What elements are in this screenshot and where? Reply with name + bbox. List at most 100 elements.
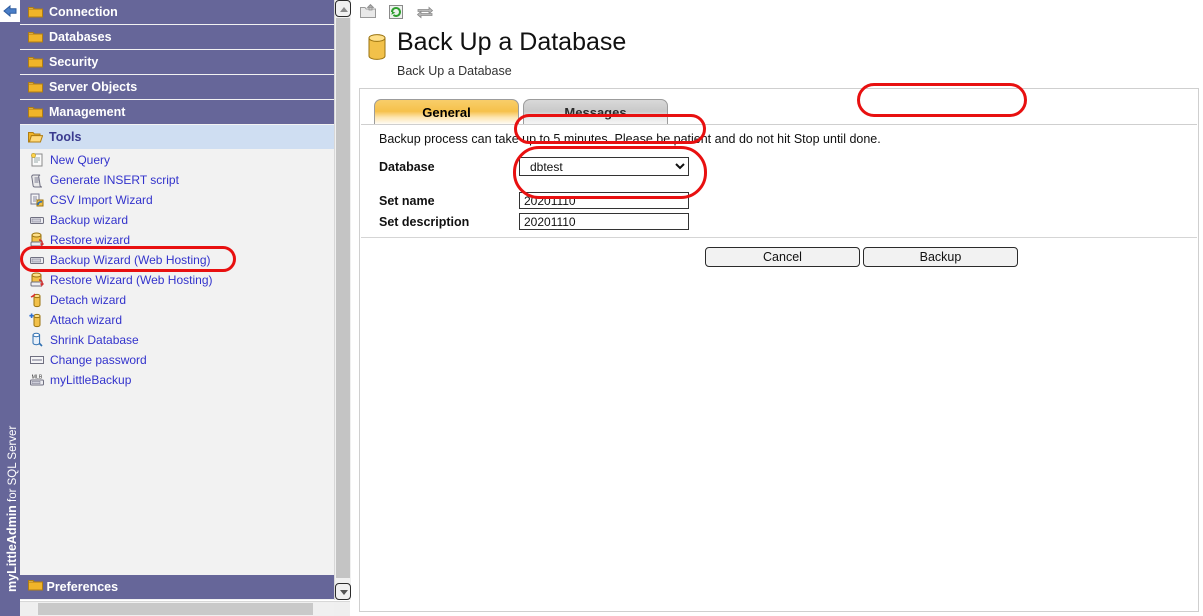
attach-icon [29,312,45,328]
sidebar-item-restore-wizard[interactable]: Restore wizard [20,230,350,250]
sidebar-item-label: myLittleBackup [50,373,131,387]
scroll-left-button[interactable] [20,602,36,616]
sidebar-node-label: Databases [49,25,112,49]
main-panel: Back Up a Database Back Up a Database Ge… [355,0,1203,616]
sidebar-item-label: Shrink Database [50,333,139,347]
set-description-input[interactable] [519,213,689,230]
sidebar-item-shrink-database[interactable]: Shrink Database [20,330,350,350]
folder-open-icon [28,127,43,151]
sidebar-item-mylittlebackup[interactable]: MLB myLittleBackup [20,370,350,390]
folder-icon [28,27,43,51]
sidebar-item-csv-import-wizard[interactable]: CSV Import Wizard [20,190,350,210]
backup-button[interactable]: Backup [863,247,1018,267]
sidebar-node-label: Server Objects [49,75,137,99]
sidebar-item-label: Change password [50,353,147,367]
restore-icon [29,232,45,248]
folder-icon [28,2,43,26]
toolbar [359,3,440,25]
folder-icon [28,77,43,101]
content-panel: GeneralMessages Backup process can take … [359,88,1199,612]
sidebar-item-label: Restore Wizard (Web Hosting) [50,273,213,287]
brand-name-bold: myLittleAdmin [5,505,19,592]
sidebar-item-label: CSV Import Wizard [50,193,153,207]
sidebar-node-management[interactable]: Management [20,100,350,124]
tape-icon [29,252,45,268]
tab-general[interactable]: General [374,99,519,125]
chevron-up-icon [340,7,348,12]
database-select[interactable]: dbtest [519,157,689,176]
sidebar-vertical-scrollbar[interactable] [334,0,351,600]
scroll-up-button[interactable] [335,0,351,17]
database-cylinder-icon [367,34,387,60]
tab-bar: GeneralMessages [374,99,668,125]
swap-icon[interactable] [416,3,434,21]
chevron-down-icon [340,590,348,595]
sidebar-node-label: Connection [49,0,118,24]
sidebar-item-label: Detach wizard [50,293,126,307]
highlight-backup-button [857,83,1027,117]
tree-area: ConnectionDatabasesSecurityServer Object… [20,0,350,578]
scroll-right-button[interactable] [334,602,350,616]
sidebar-item-new-query[interactable]: New Query [20,150,350,170]
sidebar-item-label: Generate INSERT script [50,173,179,187]
sidebar-node-label: Management [49,100,125,124]
refresh-icon[interactable] [387,3,405,21]
app-window: myLittleAdmin for SQL Server ConnectionD… [0,0,1203,616]
sidebar-item-attach-wizard[interactable]: Attach wizard [20,310,350,330]
sidebar-node-label: Security [49,50,98,74]
back-arrow-icon[interactable] [2,4,18,18]
backup-form: Backup process can take up to 5 minutes.… [361,125,1197,238]
tape-icon [29,212,45,228]
sidebar-item-change-password[interactable]: Change password [20,350,350,370]
sidebar-item-backup-wizard[interactable]: Backup wizard [20,210,350,230]
csv-import-icon [29,192,45,208]
up-folder-icon[interactable] [359,3,377,21]
detach-icon [29,292,45,308]
set-name-input[interactable] [519,192,689,209]
page-title: Back Up a Database [397,28,626,57]
sidebar-node-label: Tools [49,125,81,149]
sidebar-item-preferences[interactable]: Preferences [20,575,350,599]
sidebar-node-security[interactable]: Security [20,50,350,74]
scrollbar-thumb[interactable] [336,18,350,578]
sidebar-item-label: New Query [50,153,110,167]
page-header: Back Up a Database Back Up a Database [359,28,1203,84]
set-description-label: Set description [379,215,469,229]
sidebar-item-label: Attach wizard [50,313,122,327]
new-query-icon [29,152,45,168]
script-icon [29,172,45,188]
restore-icon [29,272,45,288]
page-subtitle: Back Up a Database [397,64,512,78]
hscrollbar-thumb[interactable] [38,603,313,615]
tab-messages[interactable]: Messages [523,99,668,125]
folder-icon [28,580,46,594]
sidebar-node-tools[interactable]: Tools [20,125,350,149]
brand-name-rest: for SQL Server [7,426,19,505]
sidebar: ConnectionDatabasesSecurityServer Object… [20,0,350,600]
form-notice: Backup process can take up to 5 minutes.… [379,132,881,146]
cancel-button[interactable]: Cancel [705,247,860,267]
database-label: Database [379,160,435,174]
sidebar-item-detach-wizard[interactable]: Detach wizard [20,290,350,310]
sidebar-item-label: Preferences [46,580,118,594]
set-name-label: Set name [379,194,435,208]
action-buttons: Cancel Backup [360,247,1198,277]
sidebar-item-restore-wizard-web-hosting[interactable]: Restore Wizard (Web Hosting) [20,270,350,290]
brand-strip: myLittleAdmin for SQL Server [0,0,20,616]
sidebar-horizontal-scrollbar[interactable] [20,601,350,616]
sidebar-node-server-objects[interactable]: Server Objects [20,75,350,99]
sidebar-item-backup-wizard-web-hosting[interactable]: Backup Wizard (Web Hosting) [20,250,350,270]
shrink-icon [29,332,45,348]
password-icon [29,352,45,368]
brand-title: myLittleAdmin for SQL Server [2,20,22,600]
sidebar-item-label: Restore wizard [50,233,130,247]
folder-icon [28,52,43,76]
sidebar-node-connection[interactable]: Connection [20,0,350,24]
folder-icon [28,102,43,126]
sidebar-item-generate-insert-script[interactable]: Generate INSERT script [20,170,350,190]
sidebar-item-label: Backup wizard [50,213,128,227]
sidebar-node-databases[interactable]: Databases [20,25,350,49]
mlb-icon: MLB [29,372,45,388]
sidebar-item-label: Backup Wizard (Web Hosting) [50,253,211,267]
scroll-down-button[interactable] [335,583,351,600]
